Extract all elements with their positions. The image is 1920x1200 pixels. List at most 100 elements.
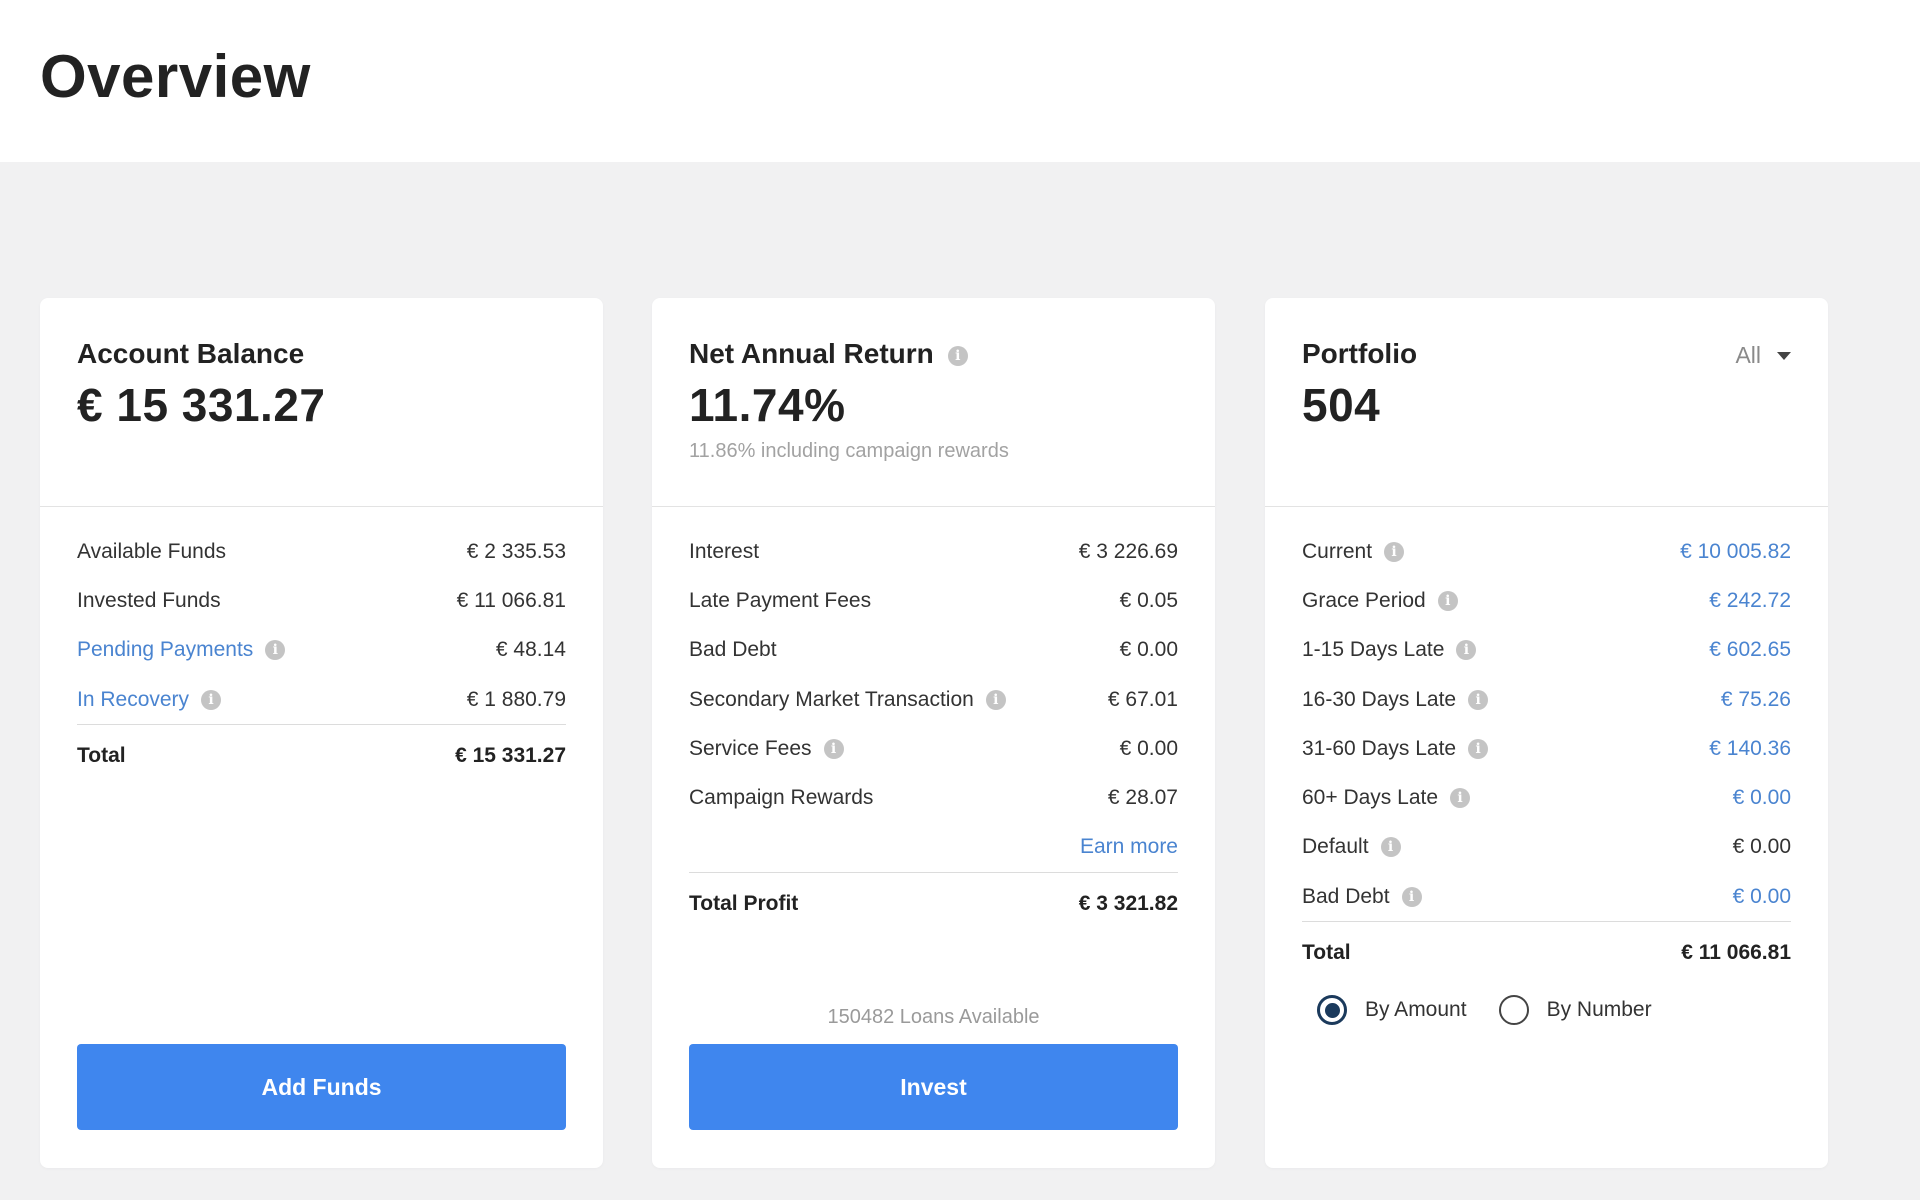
- total-label: Total: [1302, 941, 1351, 965]
- row-label: Grace Period: [1302, 588, 1426, 612]
- row-label: Invested Funds: [77, 588, 221, 612]
- chevron-down-icon[interactable]: [1777, 351, 1791, 360]
- row-label: Secondary Market Transaction: [689, 687, 974, 711]
- list-item: Service Fees i € 0.00: [689, 724, 1178, 773]
- add-funds-button[interactable]: Add Funds: [77, 1044, 566, 1130]
- list-item: Default i € 0.00: [1302, 823, 1791, 872]
- info-icon[interactable]: i: [1468, 738, 1489, 759]
- info-icon[interactable]: i: [1401, 886, 1422, 907]
- card-title: Account Balance: [77, 338, 305, 369]
- account-balance-value: € 15 331.27: [77, 379, 326, 431]
- card-title-text: Net Annual Return: [689, 338, 934, 369]
- by-amount-radio[interactable]: [1317, 995, 1347, 1025]
- row-value-link[interactable]: € 10 005.82: [1680, 540, 1791, 564]
- row-label[interactable]: Pending Payments: [77, 638, 253, 662]
- total-label: Total: [77, 744, 126, 768]
- pending-payments-link[interactable]: Pending Payments i: [77, 638, 286, 662]
- total-row: Total Profit € 3 321.82: [689, 873, 1178, 935]
- row-value-link[interactable]: € 75.26: [1721, 688, 1791, 712]
- total-value: € 15 331.27: [455, 744, 566, 768]
- row-label: Late Payment Fees: [689, 588, 872, 612]
- row-label: Interest: [689, 539, 760, 563]
- list-item: Bad Debt i € 0.00: [1302, 872, 1791, 921]
- row-label-with-info: 31-60 Days Late i: [1302, 737, 1489, 761]
- info-icon[interactable]: i: [201, 689, 222, 710]
- row-label-with-info: Service Fees i: [689, 737, 844, 761]
- total-row: Total € 15 331.27: [77, 725, 566, 787]
- list-item: 31-60 Days Late i € 140.36: [1302, 724, 1791, 773]
- info-icon[interactable]: i: [1450, 788, 1471, 809]
- total-value: € 11 066.81: [1681, 941, 1791, 965]
- row-value: € 0.00: [1119, 638, 1178, 662]
- row-value: € 2 335.53: [466, 539, 566, 563]
- info-icon[interactable]: i: [985, 689, 1006, 710]
- row-label-with-info: Current i: [1302, 540, 1405, 564]
- net-annual-return-value: 11.74%: [689, 379, 846, 431]
- row-value: € 48.14: [495, 638, 566, 662]
- row-label: Campaign Rewards: [689, 786, 874, 810]
- total-row: Total € 11 066.81: [1302, 922, 1791, 984]
- portfolio-filter-dropdown[interactable]: All: [1735, 342, 1791, 369]
- loans-available-text: 150482 Loans Available: [827, 1006, 1040, 1028]
- row-value: € 28.07: [1107, 786, 1178, 810]
- info-icon[interactable]: i: [265, 640, 286, 661]
- list-item: In Recovery i € 1 880.79: [77, 675, 566, 724]
- by-amount-option[interactable]: By Amount: [1317, 995, 1467, 1025]
- portfolio-rows: Current i € 10 005.82 Grace Period i € 242…: [1302, 527, 1791, 984]
- row-value-link[interactable]: € 602.65: [1709, 638, 1791, 662]
- balance-rows: Available Funds € 2 335.53 Invested Fund…: [77, 527, 566, 787]
- page-header: Overview: [0, 0, 1920, 162]
- in-recovery-link[interactable]: In Recovery i: [77, 688, 222, 712]
- row-label-with-info: 16-30 Days Late i: [1302, 687, 1489, 712]
- row-label-with-info: 1-15 Days Late i: [1302, 638, 1477, 662]
- dropdown-selected-value[interactable]: All: [1735, 342, 1761, 369]
- row-value-link[interactable]: € 0.00: [1733, 786, 1791, 810]
- row-value: € 11 066.81: [456, 588, 566, 612]
- info-icon[interactable]: i: [1468, 689, 1489, 710]
- list-item: 16-30 Days Late i € 75.26: [1302, 675, 1791, 724]
- list-item: Late Payment Fees € 0.05: [689, 576, 1178, 625]
- page-title: Overview: [40, 43, 311, 110]
- row-label: 60+ Days Late: [1302, 786, 1439, 810]
- row-label: 1-15 Days Late: [1302, 638, 1445, 662]
- radio-label[interactable]: By Number: [1547, 998, 1652, 1022]
- list-item: 1-15 Days Late i € 602.65: [1302, 626, 1791, 675]
- campaign-rewards-subtitle: 11.86% including campaign rewards: [689, 440, 1009, 462]
- row-label-with-info: Secondary Market Transaction i: [689, 688, 1006, 712]
- net-annual-return-card: Net Annual Return i 11.74% 11.86% includi…: [652, 298, 1215, 1168]
- row-value-link[interactable]: € 0.00: [1733, 885, 1791, 909]
- earn-more-row: Earn more: [689, 823, 1178, 872]
- earn-more-link[interactable]: Earn more: [1080, 835, 1178, 859]
- row-label[interactable]: In Recovery: [77, 688, 189, 712]
- by-number-radio[interactable]: [1498, 995, 1529, 1025]
- card-header: Net Annual Return i 11.74% 11.86% includi…: [652, 298, 1215, 507]
- list-item: Invested Funds € 11 066.81: [77, 576, 566, 625]
- info-icon[interactable]: i: [1384, 541, 1405, 562]
- invest-button[interactable]: Invest: [689, 1044, 1178, 1130]
- row-value: € 67.01: [1107, 687, 1178, 711]
- row-value-link[interactable]: € 140.36: [1709, 737, 1791, 761]
- info-icon[interactable]: i: [947, 346, 968, 366]
- row-label: Bad Debt: [689, 638, 777, 662]
- card-header: Portfolio 504 All: [1265, 298, 1828, 507]
- info-icon[interactable]: i: [823, 738, 844, 759]
- row-value: € 3 226.69: [1078, 539, 1178, 563]
- info-icon[interactable]: i: [1456, 640, 1477, 661]
- row-label-with-info: Bad Debt i: [1302, 885, 1422, 909]
- row-label-with-info: Default i: [1302, 835, 1401, 859]
- row-value: € 0.00: [1732, 835, 1791, 859]
- row-label: Available Funds: [77, 539, 227, 563]
- by-number-option[interactable]: By Number: [1498, 995, 1652, 1025]
- row-label-with-info: Grace Period i: [1302, 589, 1458, 613]
- return-rows: Interest € 3 226.69 Late Payment Fees € …: [689, 527, 1178, 935]
- total-label: Total Profit: [689, 891, 799, 915]
- portfolio-view-radio-group: By Amount By Number: [1317, 995, 1684, 1025]
- row-value-link[interactable]: € 242.72: [1709, 589, 1791, 613]
- radio-label[interactable]: By Amount: [1365, 998, 1467, 1022]
- row-label: Service Fees: [689, 736, 812, 760]
- list-item: Interest € 3 226.69: [689, 527, 1178, 576]
- row-label: 16-30 Days Late: [1302, 687, 1457, 711]
- info-icon[interactable]: i: [1437, 590, 1458, 611]
- info-icon[interactable]: i: [1380, 837, 1401, 858]
- row-value: € 1 880.79: [466, 687, 566, 711]
